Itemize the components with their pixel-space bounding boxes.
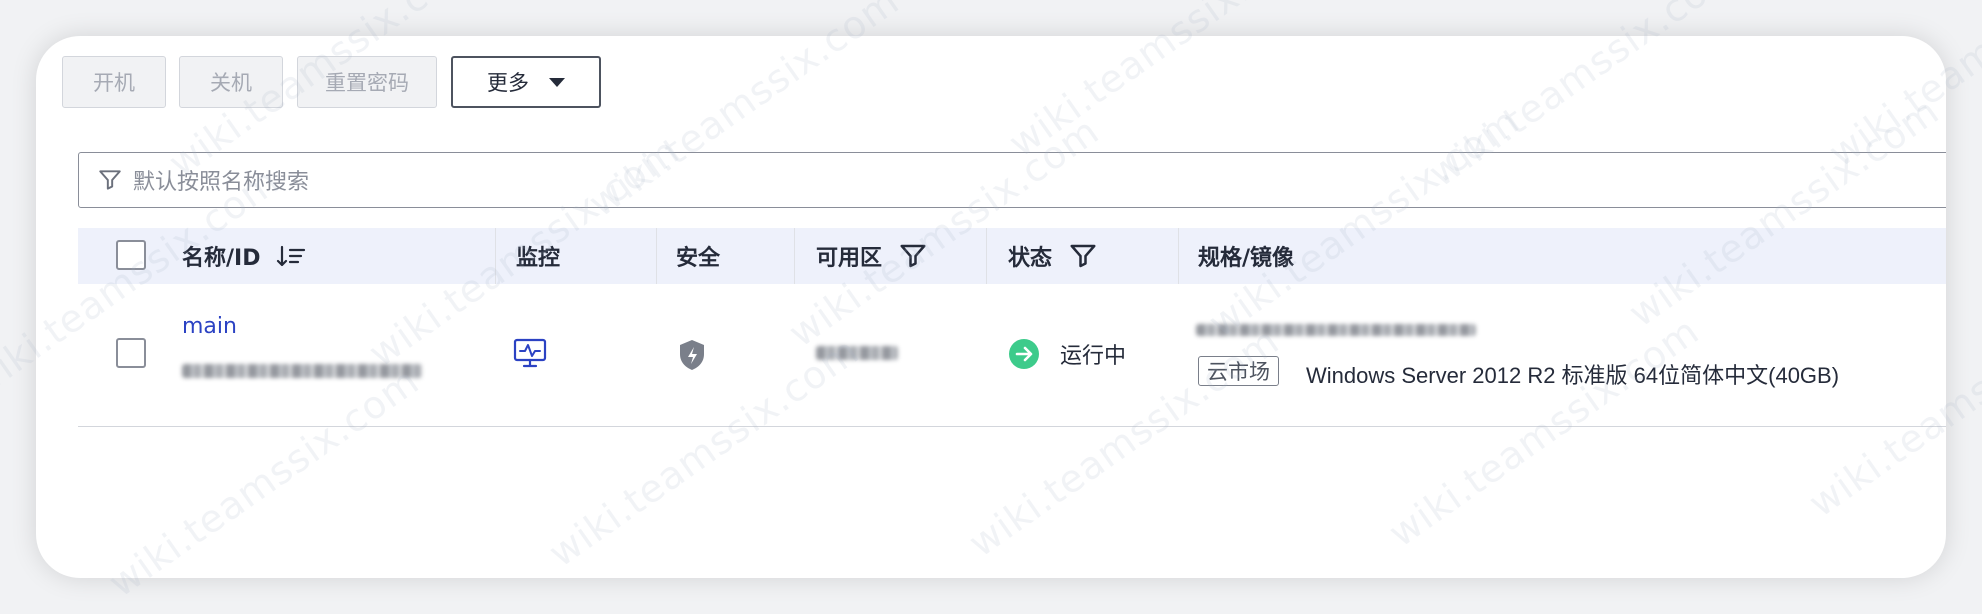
column-divider — [495, 228, 496, 284]
running-status-icon — [1009, 339, 1039, 369]
instance-id-redacted — [182, 364, 422, 378]
column-divider — [794, 228, 795, 284]
column-zone-label: 可用区 — [816, 246, 883, 271]
power-on-button[interactable]: 开机 — [62, 56, 166, 108]
more-label: 更多 — [487, 71, 529, 95]
table-header: 名称/ID 监控 安全 可用区 状态 规格/镜像 — [78, 228, 1946, 284]
shield-icon[interactable] — [676, 338, 708, 372]
zone-redacted — [816, 346, 898, 360]
column-name-label: 名称/ID — [182, 246, 261, 271]
column-divider — [986, 228, 987, 284]
reset-password-button[interactable]: 重置密码 — [297, 56, 437, 108]
monitor-icon[interactable] — [513, 338, 547, 370]
filter-icon[interactable] — [1068, 241, 1098, 271]
marketplace-tag: 云市场 — [1198, 356, 1279, 386]
select-all-checkbox[interactable] — [116, 240, 146, 270]
row-checkbox[interactable] — [116, 338, 146, 368]
status-text: 运行中 — [1060, 344, 1127, 369]
column-header-spec: 规格/镜像 — [1198, 246, 1295, 271]
column-header-status: 状态 — [1008, 228, 1098, 284]
column-header-monitor: 监控 — [516, 246, 561, 271]
search-input[interactable]: 默认按照名称搜索 — [78, 152, 1946, 208]
search-placeholder: 默认按照名称搜索 — [133, 170, 310, 195]
power-off-button[interactable]: 关机 — [179, 56, 283, 108]
column-divider — [1178, 228, 1179, 284]
sort-icon[interactable] — [276, 242, 306, 270]
instance-name-link[interactable]: main — [182, 314, 237, 339]
column-header-security: 安全 — [676, 246, 721, 271]
image-name: Windows Server 2012 R2 标准版 64位简体中文(40GB) — [1306, 363, 1840, 388]
filter-icon[interactable] — [898, 241, 928, 271]
column-divider — [656, 228, 657, 284]
more-dropdown-button[interactable]: 更多 — [451, 56, 601, 108]
instance-list-panel: 开机 关机 重置密码 更多 默认按照名称搜索 名称/ID 监控 安全 可用区 状… — [36, 36, 1946, 578]
spec-redacted — [1196, 324, 1476, 336]
row-divider — [78, 426, 1946, 427]
column-header-name[interactable]: 名称/ID — [182, 228, 306, 284]
column-header-zone: 可用区 — [816, 228, 928, 284]
caret-down-icon — [549, 77, 565, 87]
column-status-label: 状态 — [1008, 246, 1053, 271]
filter-icon — [99, 170, 121, 190]
